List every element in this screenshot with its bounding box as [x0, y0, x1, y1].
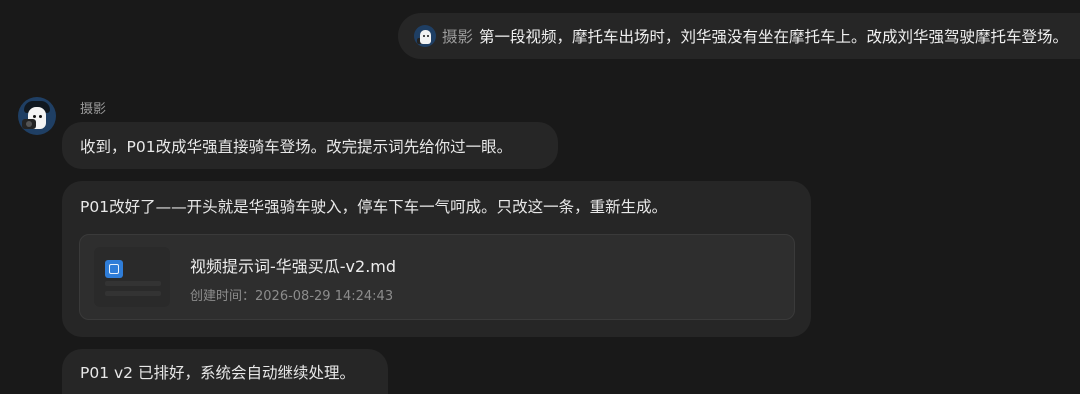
- file-thumbnail: [94, 247, 170, 307]
- assistant-message-text: P01改好了——开头就是华强骑车驶入，停车下车一气呵成。只改这一条，重新生成。: [80, 198, 668, 216]
- assistant-message-1: 收到，P01改成华强直接骑车登场。改完提示词先给你过一眼。: [62, 122, 558, 169]
- assistant-message-text: 收到，P01改成华强直接骑车登场。改完提示词先给你过一眼。: [80, 137, 513, 156]
- assistant-name: 摄影: [80, 102, 107, 117]
- assistant-avatar[interactable]: [18, 97, 56, 135]
- assistant-message-3: P01 v2 已排好，系统会自动继续处理。: [62, 349, 388, 394]
- assistant-message-text: P01 v2 已排好，系统会自动继续处理。: [80, 363, 355, 382]
- file-created-label: 创建时间：: [190, 289, 256, 304]
- agent-mention-tag[interactable]: 摄影: [442, 25, 473, 47]
- file-created-time: 创建时间：2026-08-29 14:24:43: [190, 285, 393, 304]
- chat-view: 摄影 第一段视频，摩托车出场时，刘华强没有坐在摩托车上。改成刘华强驾驶摩托车登场…: [0, 0, 1080, 394]
- user-message-text: 第一段视频，摩托车出场时，刘华强没有坐在摩托车上。改成刘华强驾驶摩托车登场。: [478, 28, 1068, 46]
- document-icon: [105, 260, 123, 278]
- file-name[interactable]: 视频提示词-华强买瓜-v2.md: [190, 253, 396, 277]
- file-attachment-card[interactable]: 视频提示词-华强买瓜-v2.md 创建时间：2026-08-29 14:24:4…: [79, 234, 795, 320]
- file-created-value: 2026-08-29 14:24:43: [255, 289, 394, 304]
- user-message-bubble: 摄影 第一段视频，摩托车出场时，刘华强没有坐在摩托车上。改成刘华强驾驶摩托车登场…: [397, 13, 1080, 59]
- assistant-message-2: P01改好了——开头就是华强骑车驶入，停车下车一气呵成。只改这一条，重新生成。 …: [62, 181, 811, 337]
- agent-avatar-icon: [413, 25, 436, 47]
